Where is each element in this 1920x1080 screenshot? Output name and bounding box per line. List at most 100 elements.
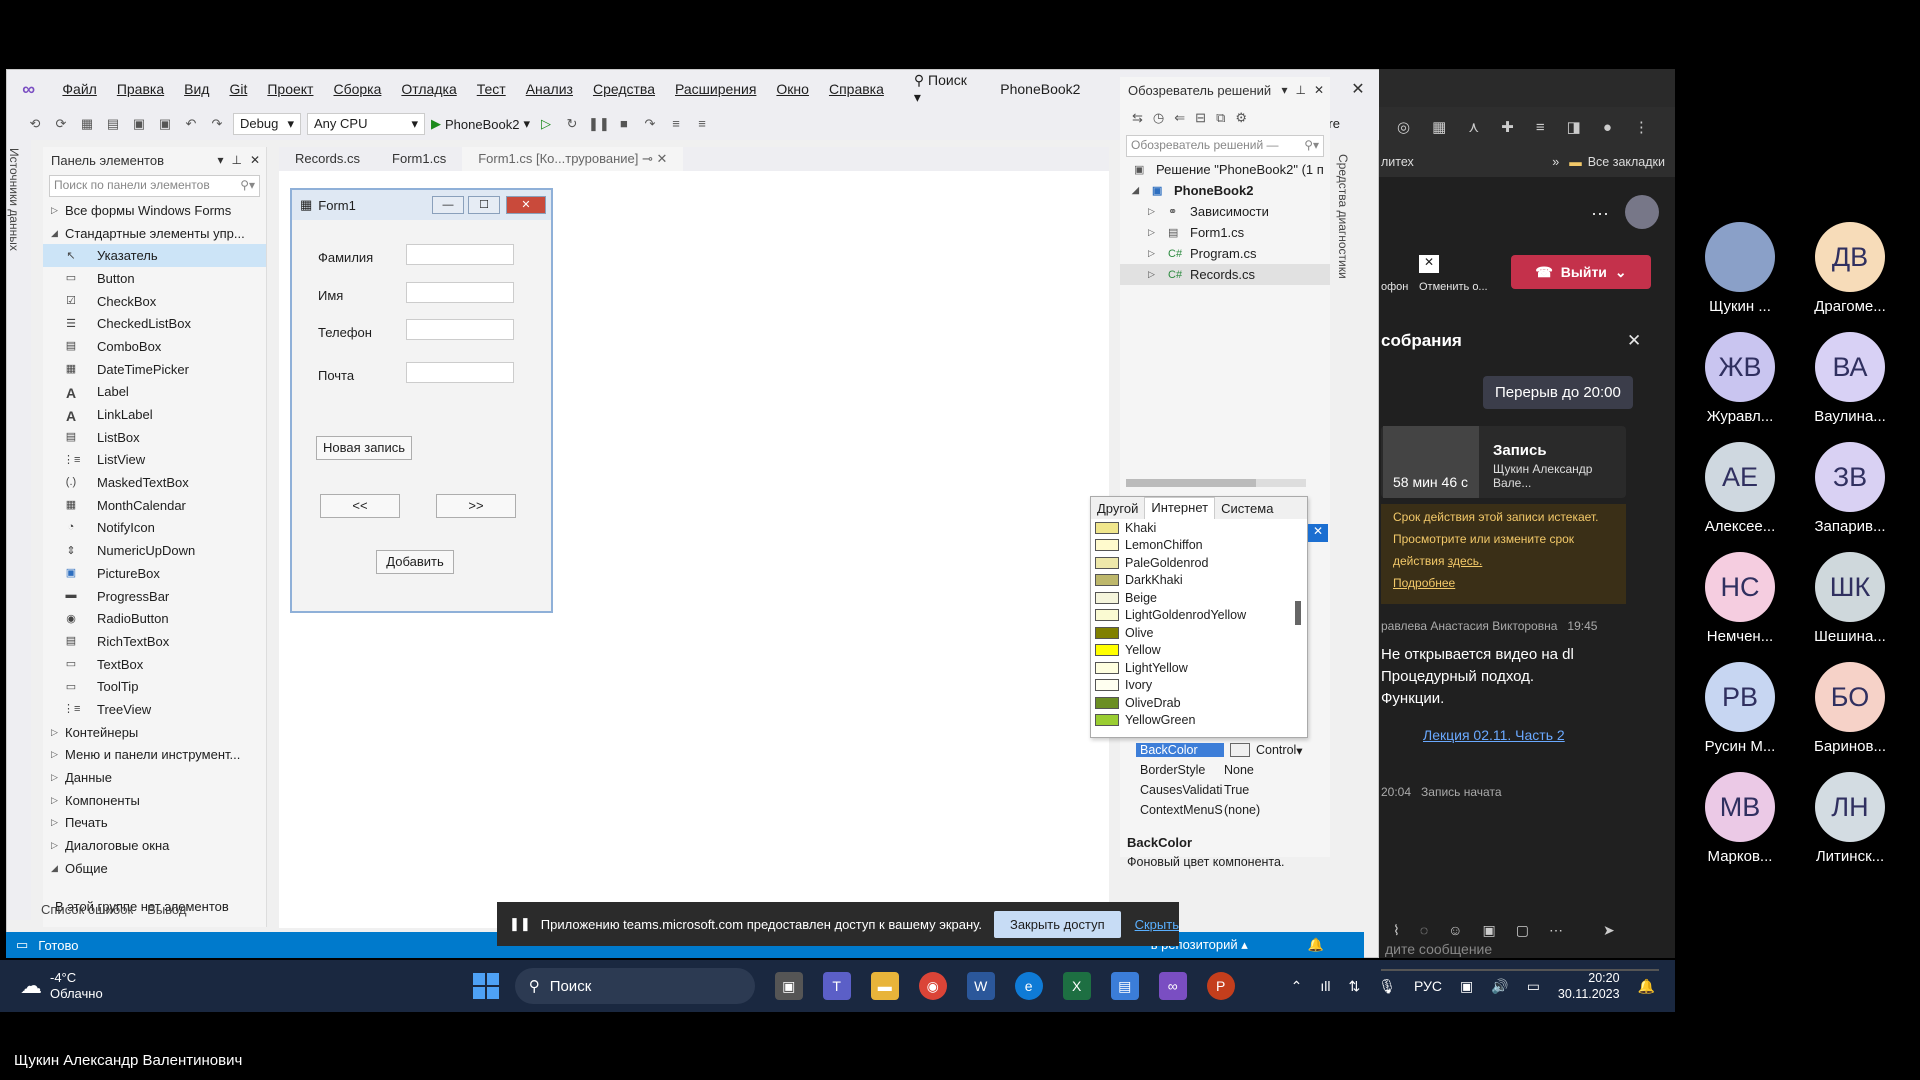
close-icon[interactable]: ✕ xyxy=(250,153,260,167)
dropdown-icon[interactable]: ▾ xyxy=(1281,83,1287,97)
microphone-icon[interactable]: 🎙 xyxy=(1378,978,1396,995)
dropdown-icon[interactable]: ▾ xyxy=(217,153,223,167)
menu-extensions[interactable]: Расширения xyxy=(665,70,766,108)
diagnostics-tab[interactable]: Средства диагностики xyxy=(1336,146,1350,279)
color-option[interactable]: LemonChiffon xyxy=(1091,537,1307,555)
tool-listview[interactable]: ⋮≡ ListView xyxy=(43,449,266,472)
next-button[interactable]: >> xyxy=(436,494,516,518)
word-icon[interactable]: W xyxy=(966,972,995,1000)
teams-icon[interactable]: T xyxy=(822,972,851,1000)
tab-custom[interactable]: Другой xyxy=(1091,501,1144,516)
save-all-icon[interactable]: ▣ xyxy=(155,114,175,134)
learn-more-link[interactable]: Подробнее xyxy=(1393,576,1455,590)
battery-icon[interactable]: ▭ xyxy=(1527,978,1540,995)
pause-icon[interactable]: ❚❚ xyxy=(588,114,610,134)
taskbar-search[interactable]: ⚲ Поиск xyxy=(514,968,755,1004)
network-icon[interactable]: ▣ xyxy=(1460,978,1473,995)
participant-tile[interactable]: ЛН Литинск... xyxy=(1800,772,1900,865)
vs-search[interactable]: ⚲ Поиск ▾ xyxy=(904,72,980,106)
error-list-tab[interactable]: Список ошибок xyxy=(41,902,133,917)
properties-icon[interactable]: ⚙ xyxy=(1235,110,1247,126)
textbox-phone[interactable] xyxy=(406,319,514,340)
more-icon[interactable]: ⋯ xyxy=(1549,922,1563,939)
align-center-icon[interactable]: ≡ xyxy=(692,114,712,134)
tool-monthcalendar[interactable]: ▦ MonthCalendar xyxy=(43,494,266,517)
color-option[interactable]: Khaki xyxy=(1091,519,1307,537)
sidebar-icon[interactable]: ◨ xyxy=(1567,118,1581,136)
back-icon[interactable]: ⟲ xyxy=(25,114,45,134)
menu-project[interactable]: Проект xyxy=(257,70,323,108)
mic-label[interactable]: офон xyxy=(1381,281,1408,293)
prop-causesvalidation[interactable]: CausesValidati True xyxy=(1136,780,1321,800)
color-option[interactable]: Ivory xyxy=(1091,677,1307,695)
color-option[interactable]: Yellow xyxy=(1091,642,1307,660)
tool-notifyicon[interactable]: ◔ NotifyIcon xyxy=(43,517,266,540)
participant-tile[interactable]: Щукин ... xyxy=(1690,222,1790,315)
redo-icon[interactable]: ↷ xyxy=(207,114,227,134)
tool-numericupdown[interactable]: ⇕ NumericUpDown xyxy=(43,539,266,562)
chrome-icon[interactable]: ◉ xyxy=(918,972,947,1000)
audio-levels-icon[interactable]: ıll xyxy=(1320,978,1330,994)
sync-icon[interactable]: ⇆ xyxy=(1132,110,1143,126)
loop-icon[interactable]: ◌ xyxy=(1420,922,1428,939)
tool-combobox[interactable]: ▤ ComboBox xyxy=(43,335,266,358)
new-record-button[interactable]: Новая запись xyxy=(316,436,412,460)
participant-tile[interactable]: БО Баринов... xyxy=(1800,662,1900,755)
run-no-debug-icon[interactable]: ▷ xyxy=(536,114,556,134)
tool-listbox[interactable]: ▤ ListBox xyxy=(43,426,266,449)
tool-datetimepicker[interactable]: ▦ DateTimePicker xyxy=(43,358,266,381)
pin-icon[interactable]: ⊥ xyxy=(1295,83,1305,97)
gif-icon[interactable]: ▣ xyxy=(1482,922,1495,939)
close-icon[interactable]: ✕ xyxy=(657,151,668,166)
tab-form1-designer[interactable]: Form1.cs [Ко...трурование] ⊸ ✕ xyxy=(462,147,684,171)
participant-tile[interactable]: МВ Марков... xyxy=(1690,772,1790,865)
reading-list-icon[interactable]: ≡ xyxy=(1536,119,1545,136)
undo-icon[interactable]: ↶ xyxy=(181,114,201,134)
tool-richtextbox[interactable]: ▤ RichTextBox xyxy=(43,630,266,653)
extension-icon-3[interactable]: ⋏ xyxy=(1468,118,1479,136)
hot-reload-icon[interactable]: ↻ xyxy=(562,114,582,134)
color-option[interactable]: DarkKhaki xyxy=(1091,572,1307,590)
windows-start-icon[interactable] xyxy=(472,973,499,999)
node-records[interactable]: ▷ C# Records.cs xyxy=(1120,264,1330,285)
language-indicator[interactable]: РУС xyxy=(1414,978,1442,994)
step-over-icon[interactable]: ↷ xyxy=(640,114,660,134)
textbox-email[interactable] xyxy=(406,362,514,383)
notification-bell-icon[interactable]: 🔔 xyxy=(1308,937,1324,953)
run-button[interactable]: ▶ PhoneBook2 ▾ xyxy=(431,116,530,132)
extension-icon-2[interactable]: ▦ xyxy=(1432,118,1446,136)
clock[interactable]: 20:20 30.11.2023 xyxy=(1558,970,1620,1002)
participant-tile[interactable]: ДВ Драгоме... xyxy=(1800,222,1900,315)
prop-value[interactable]: Control xyxy=(1256,743,1296,757)
participant-tile[interactable]: РВ Русин М... xyxy=(1690,662,1790,755)
prop-backcolor[interactable]: BackColor Control ▾ xyxy=(1136,740,1321,760)
cancel-label[interactable]: Отменить о... xyxy=(1419,281,1488,293)
more-options-icon[interactable]: ⋯ xyxy=(1591,204,1609,225)
participant-tile[interactable]: ЗВ Запарив... xyxy=(1800,442,1900,535)
edge-icon[interactable]: e xyxy=(1014,972,1043,1000)
group-data[interactable]: ▷ Данные xyxy=(43,766,266,789)
menu-debug[interactable]: Отладка xyxy=(391,70,466,108)
tool-button[interactable]: ▭ Button xyxy=(43,267,266,290)
align-icon[interactable]: ≡ xyxy=(666,114,686,134)
horizontal-scrollbar[interactable] xyxy=(1126,479,1306,487)
group-standard[interactable]: ◢ Стандартные элементы упр... xyxy=(43,222,266,245)
lecture-link[interactable]: Лекция 02.11. Часть 2 xyxy=(1423,727,1565,743)
config-dropdown[interactable]: Debug ▾ xyxy=(233,113,301,135)
chevron-up-icon[interactable]: ⌃ xyxy=(1291,978,1303,995)
participant-tile[interactable]: НС Немчен... xyxy=(1690,552,1790,645)
data-sources-tab[interactable]: Источники данных xyxy=(7,140,21,251)
hide-button[interactable]: Скрыть xyxy=(1135,917,1179,932)
color-option[interactable]: LightYellow xyxy=(1091,659,1307,677)
profile-icon[interactable]: ● xyxy=(1603,119,1612,136)
solution-node[interactable]: ▣ Решение "PhoneBook2" (1 п xyxy=(1120,159,1330,180)
back-icon[interactable]: ⇐ xyxy=(1174,110,1185,126)
tool-picturebox[interactable]: ▣ PictureBox xyxy=(43,562,266,585)
color-list-scrollbar[interactable] xyxy=(1295,521,1301,731)
color-option[interactable]: OliveDrab xyxy=(1091,694,1307,712)
solution-search-input[interactable]: Обозреватель решений — ⚲▾ xyxy=(1126,135,1324,157)
add-button[interactable]: Добавить xyxy=(376,550,454,574)
prop-borderstyle[interactable]: BorderStyle None xyxy=(1136,760,1321,780)
drag-handle-icon[interactable]: ❚❚ xyxy=(509,916,531,932)
copy-icon[interactable]: ⧉ xyxy=(1216,110,1225,126)
